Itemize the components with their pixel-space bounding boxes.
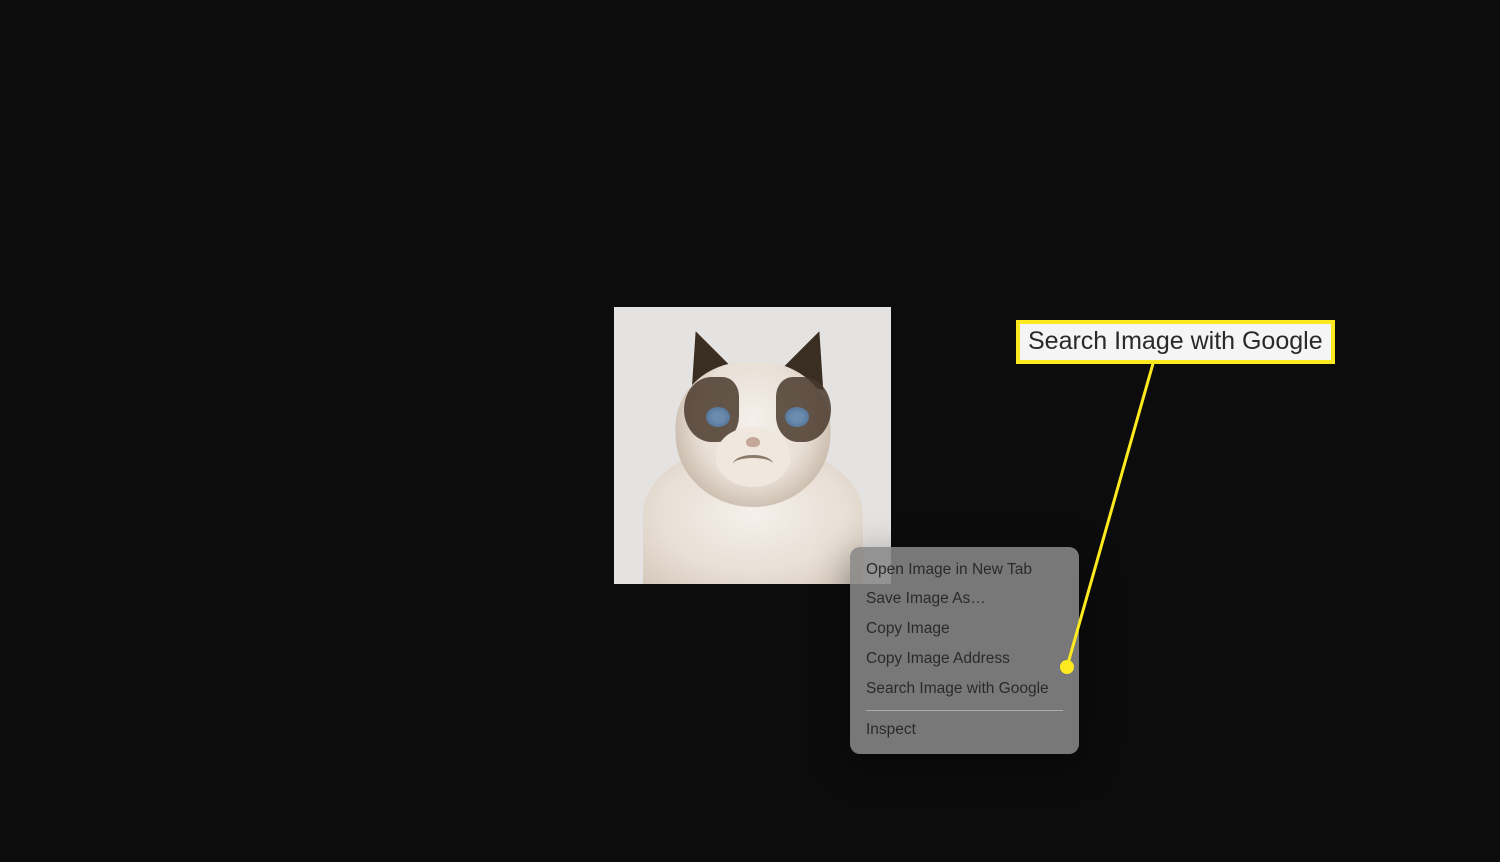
callout-anchor-dot: [1060, 660, 1074, 674]
callout-highlight-label: Search Image with Google: [1016, 320, 1335, 364]
menu-item-inspect[interactable]: Inspect: [850, 716, 1079, 746]
menu-item-copy-image[interactable]: Copy Image: [850, 615, 1079, 645]
menu-item-open-new-tab[interactable]: Open Image in New Tab: [850, 555, 1079, 585]
image-thumbnail[interactable]: [614, 307, 891, 584]
image-context-menu: Open Image in New Tab Save Image As… Cop…: [850, 547, 1079, 754]
menu-item-copy-address[interactable]: Copy Image Address: [850, 645, 1079, 675]
cat-image-placeholder: [614, 307, 891, 584]
menu-item-save-as[interactable]: Save Image As…: [850, 585, 1079, 615]
menu-item-search-google[interactable]: Search Image with Google: [850, 675, 1079, 705]
menu-divider: [866, 710, 1063, 711]
